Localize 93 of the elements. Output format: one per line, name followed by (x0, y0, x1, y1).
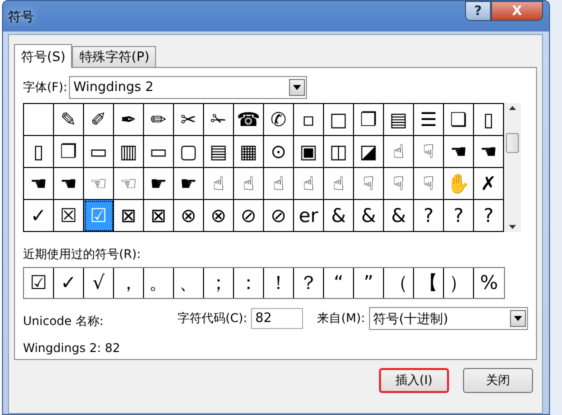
window-title: 符号 (8, 8, 35, 26)
symbol-cell[interactable]: ✎ (54, 104, 84, 136)
unicode-name-label: Unicode 名称: (23, 313, 105, 330)
recent-symbol-cell[interactable]: ） (444, 268, 474, 298)
symbol-cell[interactable]: ✏ (144, 104, 174, 136)
recent-symbol-cell[interactable]: % (474, 268, 504, 298)
symbol-cell[interactable]: ▦ (234, 136, 264, 168)
recent-symbol-cell[interactable]: ！ (264, 268, 294, 298)
recent-symbol-cell[interactable]: 。 (144, 268, 174, 298)
symbol-cell[interactable]: & (324, 200, 354, 232)
tab[interactable]: 特殊字符(P) (72, 46, 156, 67)
symbol-cell[interactable]: er (294, 200, 324, 232)
symbol-cell[interactable]: ▥ (114, 136, 144, 168)
symbol-cell[interactable]: ⊘ (234, 200, 264, 232)
symbol-cell[interactable]: ◪ (354, 136, 384, 168)
symbol-cell[interactable]: ? (444, 200, 474, 232)
scrollbar[interactable] (504, 103, 521, 232)
symbol-cell[interactable]: ? (414, 200, 444, 232)
symbol-cell[interactable]: ☟ (414, 168, 444, 200)
symbol-cell[interactable]: ☚ (24, 168, 54, 200)
symbol-cell[interactable] (24, 104, 54, 136)
scroll-up-icon[interactable] (509, 106, 516, 110)
scroll-down-icon[interactable] (509, 225, 516, 229)
symbol-cell[interactable]: ⊠ (144, 200, 174, 232)
dropdown-arrow-icon (293, 85, 302, 90)
symbol-cell[interactable]: ☰ (414, 104, 444, 136)
close-dialog-button[interactable]: 关闭 (463, 368, 533, 393)
recent-symbol-cell[interactable]: ” (354, 268, 384, 298)
from-label: 来自(M): (317, 310, 365, 327)
scrollbar-thumb[interactable] (506, 132, 519, 152)
symbol-cell[interactable]: ⊗ (174, 200, 204, 232)
symbol-cell[interactable]: ⊠ (114, 200, 144, 232)
symbol-cell[interactable]: ☟ (414, 136, 444, 168)
symbol-cell[interactable]: ☝ (234, 168, 264, 200)
symbol-cell[interactable]: ⊘ (264, 200, 294, 232)
symbol-cell[interactable]: ☚ (444, 136, 474, 168)
char-code-label: 字符代码(C): (177, 310, 248, 327)
recent-symbol-cell[interactable]: ， (114, 268, 144, 298)
symbol-cell[interactable]: ▫ (294, 104, 324, 136)
symbol-cell[interactable]: ❏ (444, 104, 474, 136)
symbol-cell[interactable]: ☟ (354, 168, 384, 200)
symbol-cell[interactable]: ◫ (324, 136, 354, 168)
symbol-cell[interactable]: ☝ (204, 168, 234, 200)
symbol-cell[interactable]: ▣ (294, 136, 324, 168)
font-dropdown[interactable]: Wingdings 2 (69, 76, 308, 99)
from-dropdown[interactable]: 符号(十进制) (369, 307, 528, 330)
symbol-cell[interactable]: ☝ (324, 168, 354, 200)
recent-symbol-cell[interactable]: （ (384, 268, 414, 298)
recent-symbols-label: 近期使用过的符号(R): (23, 246, 142, 263)
recent-symbol-cell[interactable]: √ (84, 268, 114, 298)
symbol-cell[interactable]: ▤ (204, 136, 234, 168)
symbol-cell[interactable]: ☛ (174, 168, 204, 200)
symbol-cell[interactable]: ☎ (234, 104, 264, 136)
symbol-cell[interactable]: ✒ (114, 104, 144, 136)
symbol-cell[interactable]: ▯ (24, 136, 54, 168)
recent-symbol-cell[interactable]: ✓ (54, 268, 84, 298)
symbol-cell[interactable]: ❐ (54, 136, 84, 168)
recent-symbol-cell[interactable]: ： (234, 268, 264, 298)
dropdown-arrow-icon (514, 316, 522, 321)
symbol-cell[interactable]: ☜ (114, 168, 144, 200)
recent-symbol-cell[interactable]: 【 (414, 268, 444, 298)
symbol-cell[interactable]: ✐ (84, 104, 114, 136)
symbol-cell[interactable]: ✓ (24, 200, 54, 232)
symbol-cell[interactable]: ▤ (384, 104, 414, 136)
font-label: 字体(F): (23, 79, 68, 96)
char-code-field[interactable]: 82 (251, 308, 304, 329)
symbol-cell[interactable]: ✁ (204, 104, 234, 136)
symbol-cell[interactable]: ▭ (84, 136, 114, 168)
recent-symbol-cell[interactable]: 、 (174, 268, 204, 298)
recent-symbol-cell[interactable]: ？ (294, 268, 324, 298)
symbol-cell[interactable]: ▢ (174, 136, 204, 168)
recent-symbol-cell[interactable]: “ (324, 268, 354, 298)
symbol-cell[interactable]: ☟ (384, 168, 414, 200)
symbol-cell[interactable]: ▭ (144, 136, 174, 168)
tab[interactable]: 符号(S) (14, 44, 72, 68)
symbol-cell[interactable]: □ (324, 104, 354, 136)
symbol-cell[interactable]: ☝ (264, 168, 294, 200)
unicode-name-value: Wingdings 2: 82 (23, 341, 120, 355)
symbol-cell[interactable]: ☝ (294, 168, 324, 200)
symbol-cell[interactable]: ☚ (54, 168, 84, 200)
symbol-cell[interactable]: ✂ (174, 104, 204, 136)
symbol-cell[interactable]: & (384, 200, 414, 232)
symbol-cell[interactable]: & (354, 200, 384, 232)
symbol-cell[interactable]: ⊗ (204, 200, 234, 232)
help-button[interactable]: ? (465, 1, 491, 21)
recent-symbol-cell[interactable]: ☑ (24, 268, 54, 298)
symbol-cell[interactable]: ❐ (354, 104, 384, 136)
symbol-cell[interactable]: ☛ (144, 168, 174, 200)
symbol-cell[interactable]: ☝ (384, 136, 414, 168)
insert-button[interactable]: 插入(I) (379, 368, 449, 393)
symbol-cell[interactable]: ✆ (264, 104, 294, 136)
symbol-cell[interactable]: ⊙ (264, 136, 294, 168)
recent-symbol-cell[interactable]: ； (204, 268, 234, 298)
